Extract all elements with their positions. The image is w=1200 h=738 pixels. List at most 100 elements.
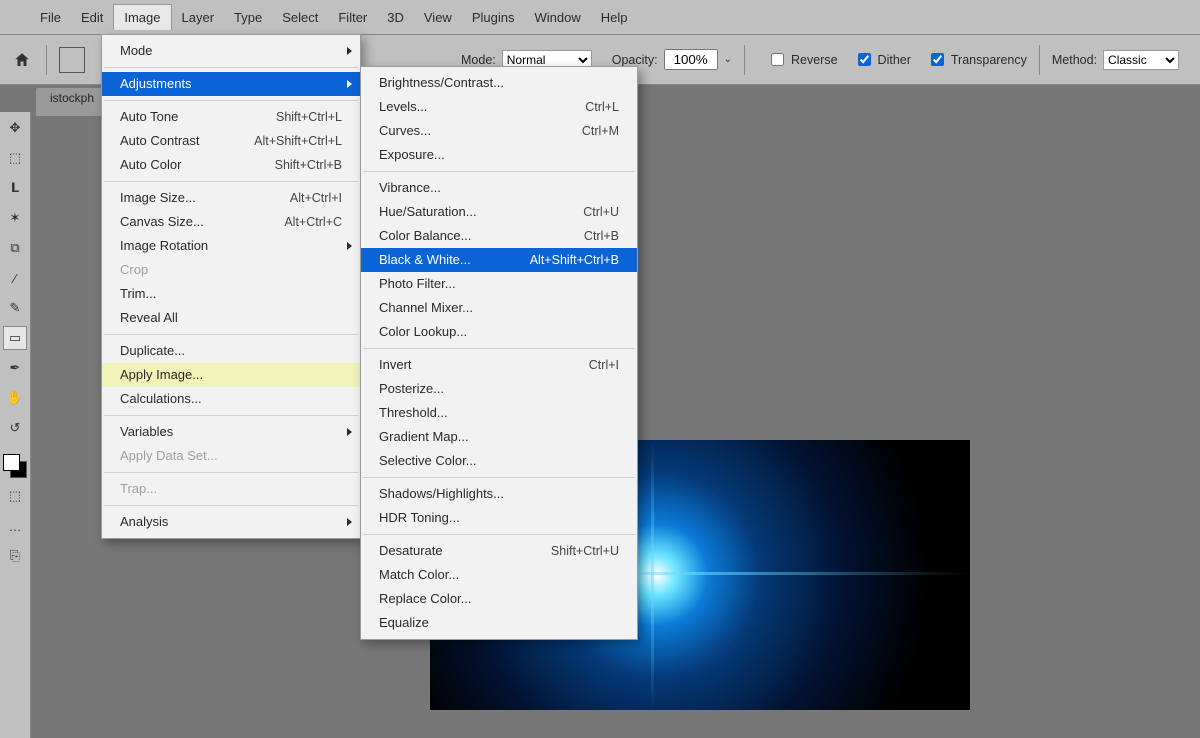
lasso-tool[interactable]: 𝗟 xyxy=(3,176,27,200)
adjustments-channel-mixer[interactable]: Channel Mixer... xyxy=(361,296,637,320)
home-icon[interactable] xyxy=(10,48,34,72)
pen-tool[interactable]: ✒ xyxy=(3,356,27,380)
adjustments-selective-color[interactable]: Selective Color... xyxy=(361,449,637,473)
image-menu-canvas-size[interactable]: Canvas Size...Alt+Ctrl+C xyxy=(102,210,360,234)
menu-item-label: Replace Color... xyxy=(379,590,472,608)
adjustments-photo-filter[interactable]: Photo Filter... xyxy=(361,272,637,296)
adjustments-black-white[interactable]: Black & White...Alt+Shift+Ctrl+B xyxy=(361,248,637,272)
menu-item-label: Auto Tone xyxy=(120,108,178,126)
menu-item-label: Apply Data Set... xyxy=(120,447,218,465)
image-menu-image-size[interactable]: Image Size...Alt+Ctrl+I xyxy=(102,186,360,210)
adjustments-posterize[interactable]: Posterize... xyxy=(361,377,637,401)
image-menu-auto-contrast[interactable]: Auto ContrastAlt+Shift+Ctrl+L xyxy=(102,129,360,153)
menu-item-shortcut: Shift+Ctrl+L xyxy=(276,108,342,126)
menu-view[interactable]: View xyxy=(414,5,462,30)
adjustments-desaturate[interactable]: DesaturateShift+Ctrl+U xyxy=(361,539,637,563)
image-menu-mode[interactable]: Mode xyxy=(102,39,360,63)
menu-item-shortcut: Shift+Ctrl+U xyxy=(551,542,619,560)
reverse-checkbox[interactable]: Reverse xyxy=(767,50,838,69)
menu-item-label: Trim... xyxy=(120,285,156,303)
tool-extra-1[interactable]: … xyxy=(3,514,27,538)
adjustments-curves[interactable]: Curves...Ctrl+M xyxy=(361,119,637,143)
menu-item-label: Color Lookup... xyxy=(379,323,467,341)
adjustments-color-lookup[interactable]: Color Lookup... xyxy=(361,320,637,344)
adjustments-invert[interactable]: InvertCtrl+I xyxy=(361,353,637,377)
adjustments-color-balance[interactable]: Color Balance...Ctrl+B xyxy=(361,224,637,248)
rotate-tool[interactable]: ↺ xyxy=(3,416,27,440)
image-menu-auto-tone[interactable]: Auto Tone Shift+Ctrl+L xyxy=(102,105,360,129)
crop-tool[interactable]: ⧉ xyxy=(3,236,27,260)
transparency-checkbox[interactable]: Transparency xyxy=(927,50,1027,69)
menu-plugins[interactable]: Plugins xyxy=(462,5,525,30)
color-swatches[interactable] xyxy=(3,454,27,478)
image-menu-duplicate[interactable]: Duplicate... xyxy=(102,339,360,363)
menu-filter[interactable]: Filter xyxy=(328,5,377,30)
adjustments-exposure[interactable]: Exposure... xyxy=(361,143,637,167)
menu-separator xyxy=(104,67,358,68)
image-menu-reveal-all[interactable]: Reveal All xyxy=(102,306,360,330)
image-menu-trim[interactable]: Trim... xyxy=(102,282,360,306)
menu-image[interactable]: Image xyxy=(113,4,171,30)
menu-window[interactable]: Window xyxy=(524,5,590,30)
gradient-tool[interactable]: ▭ xyxy=(3,326,27,350)
image-menu-adjustments[interactable]: Adjustments xyxy=(102,72,360,96)
menu-separator xyxy=(104,334,358,335)
tool-extra-0[interactable]: ⬚ xyxy=(3,484,27,508)
menu-item-label: Channel Mixer... xyxy=(379,299,473,317)
brush-tool[interactable]: ✎ xyxy=(3,296,27,320)
image-menu-calculations[interactable]: Calculations... xyxy=(102,387,360,411)
document-tab[interactable]: istockph xyxy=(36,88,108,116)
adjustments-match-color[interactable]: Match Color... xyxy=(361,563,637,587)
menu-item-label: Shadows/Highlights... xyxy=(379,485,504,503)
image-menu-analysis[interactable]: Analysis xyxy=(102,510,360,534)
menu-separator xyxy=(104,100,358,101)
adjustments-threshold[interactable]: Threshold... xyxy=(361,401,637,425)
image-menu-auto-color[interactable]: Auto Color Shift+Ctrl+B xyxy=(102,153,360,177)
menu-file[interactable]: File xyxy=(30,5,71,30)
adjustments-gradient-map[interactable]: Gradient Map... xyxy=(361,425,637,449)
menu-item-label: Auto Contrast xyxy=(120,132,200,150)
menu-item-label: Curves... xyxy=(379,122,431,140)
menu-item-label: Posterize... xyxy=(379,380,444,398)
marquee-tool[interactable]: ⬚ xyxy=(3,146,27,170)
image-menu-trap: Trap... xyxy=(102,477,360,501)
menu-item-label: Image Size... xyxy=(120,189,196,207)
adjustments-submenu: Brightness/Contrast...Levels...Ctrl+LCur… xyxy=(360,66,638,640)
wand-tool[interactable]: ✶ xyxy=(3,206,27,230)
menu-layer[interactable]: Layer xyxy=(172,5,225,30)
menu-item-label: Selective Color... xyxy=(379,452,477,470)
menu-item-shortcut: Alt+Shift+Ctrl+B xyxy=(530,251,619,269)
opacity-stepper-icon[interactable]: ⌄ xyxy=(724,54,732,65)
adjustments-brightness-contrast[interactable]: Brightness/Contrast... xyxy=(361,71,637,95)
move-tool[interactable]: ✥ xyxy=(3,116,27,140)
image-menu-image-rotation[interactable]: Image Rotation xyxy=(102,234,360,258)
method-select[interactable]: Classic xyxy=(1103,50,1179,70)
tool-preset-icon[interactable] xyxy=(59,47,85,73)
menu-item-label: Threshold... xyxy=(379,404,448,422)
adjustments-equalize[interactable]: Equalize xyxy=(361,611,637,635)
opacity-input[interactable] xyxy=(664,49,718,70)
menu-item-label: Match Color... xyxy=(379,566,459,584)
adjustments-replace-color[interactable]: Replace Color... xyxy=(361,587,637,611)
menu-3d[interactable]: 3D xyxy=(377,5,414,30)
adjustments-vibrance[interactable]: Vibrance... xyxy=(361,176,637,200)
menu-item-shortcut: Shift+Ctrl+B xyxy=(275,156,342,174)
dither-checkbox[interactable]: Dither xyxy=(854,50,911,69)
menu-item-label: Mode xyxy=(120,42,153,60)
adjustments-hdr-toning[interactable]: HDR Toning... xyxy=(361,506,637,530)
adjustments-levels[interactable]: Levels...Ctrl+L xyxy=(361,95,637,119)
adjustments-shadows-highlights[interactable]: Shadows/Highlights... xyxy=(361,482,637,506)
image-menu-apply-image[interactable]: Apply Image... xyxy=(102,363,360,387)
menu-separator xyxy=(104,415,358,416)
hand-tool[interactable]: ✋ xyxy=(3,386,27,410)
image-menu-variables[interactable]: Variables xyxy=(102,420,360,444)
menu-select[interactable]: Select xyxy=(272,5,328,30)
adjustments-hue-saturation[interactable]: Hue/Saturation...Ctrl+U xyxy=(361,200,637,224)
menu-help[interactable]: Help xyxy=(591,5,638,30)
menu-type[interactable]: Type xyxy=(224,5,272,30)
menu-separator xyxy=(363,477,635,478)
menu-edit[interactable]: Edit xyxy=(71,5,113,30)
tool-extra-2[interactable]: ⎘ xyxy=(3,544,27,568)
menu-item-label: Auto Color xyxy=(120,156,181,174)
eyedropper-tool[interactable]: ⁄ xyxy=(3,266,27,290)
